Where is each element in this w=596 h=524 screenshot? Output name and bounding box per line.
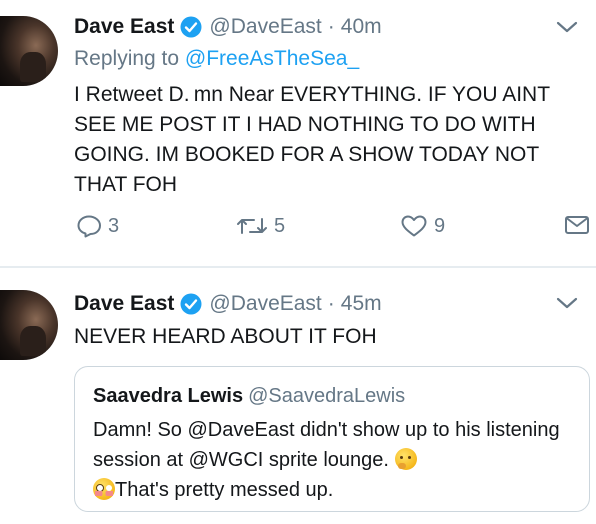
reply-icon [76, 214, 102, 238]
like-button[interactable]: 9 [400, 214, 445, 238]
quoted-tweet[interactable]: Saavedra Lewis @SaavedraLewis Damn! So @D… [74, 366, 590, 512]
verified-badge-icon [180, 16, 202, 38]
chevron-down-icon[interactable] [556, 296, 578, 310]
tweet-text: I Retweet D. mn Near EVERYTHING. IF YOU … [74, 83, 550, 196]
retweet-button[interactable]: 5 [236, 214, 285, 238]
like-count: 9 [434, 214, 446, 237]
retweet-count: 5 [274, 214, 286, 237]
author-handle[interactable]: @DaveEast [209, 292, 321, 316]
avatar[interactable] [0, 16, 58, 86]
retweet-icon [236, 214, 268, 238]
author-handle[interactable]: @DaveEast [209, 15, 321, 39]
replying-prefix: Replying to [74, 47, 180, 70]
replying-to: Replying to @FreeAsTheSea_ [74, 47, 359, 71]
chevron-down-icon[interactable] [556, 20, 578, 34]
tweet-actions: 3 5 9 [74, 214, 590, 244]
direct-message-button[interactable] [564, 214, 590, 236]
quoted-tweet-text: Damn! So @DaveEast didn't show up to his… [93, 415, 583, 505]
tweet-header: Dave East @DaveEast · 40m [74, 12, 382, 42]
replying-mention-link[interactable]: @FreeAsTheSea_ [185, 47, 359, 70]
tweet[interactable]: Dave East @DaveEast · 45m NEVER HEARD AB… [0, 268, 596, 524]
tweet[interactable]: Dave East @DaveEast · 40m Replying to @F… [0, 0, 596, 266]
separator: · [327, 15, 335, 38]
reply-button[interactable]: 3 [76, 214, 119, 238]
quoted-text-part2: That's pretty messed up. [115, 479, 334, 501]
quoted-tweet-header: Saavedra Lewis @SaavedraLewis [93, 385, 405, 408]
timestamp[interactable]: 45m [341, 292, 382, 316]
quoted-text-part1: Damn! So @DaveEast didn't show up to his… [93, 419, 560, 471]
quoted-author-name: Saavedra Lewis [93, 385, 244, 407]
author-name[interactable]: Dave East [74, 292, 174, 316]
tweet-header: Dave East @DaveEast · 45m [74, 289, 382, 319]
thinking-face-emoji-icon [394, 448, 417, 470]
verified-badge-icon [180, 293, 202, 315]
separator: · [327, 292, 335, 315]
quoted-author-handle: @SaavedraLewis [248, 385, 406, 407]
flushed-face-emoji-icon [93, 478, 115, 500]
tweet-text: NEVER HEARD ABOUT IT FOH [74, 325, 377, 348]
envelope-icon [564, 214, 590, 236]
author-name[interactable]: Dave East [74, 15, 174, 39]
timestamp[interactable]: 40m [341, 15, 382, 39]
reply-count: 3 [108, 214, 120, 237]
heart-icon [400, 214, 428, 238]
avatar[interactable] [0, 290, 58, 360]
